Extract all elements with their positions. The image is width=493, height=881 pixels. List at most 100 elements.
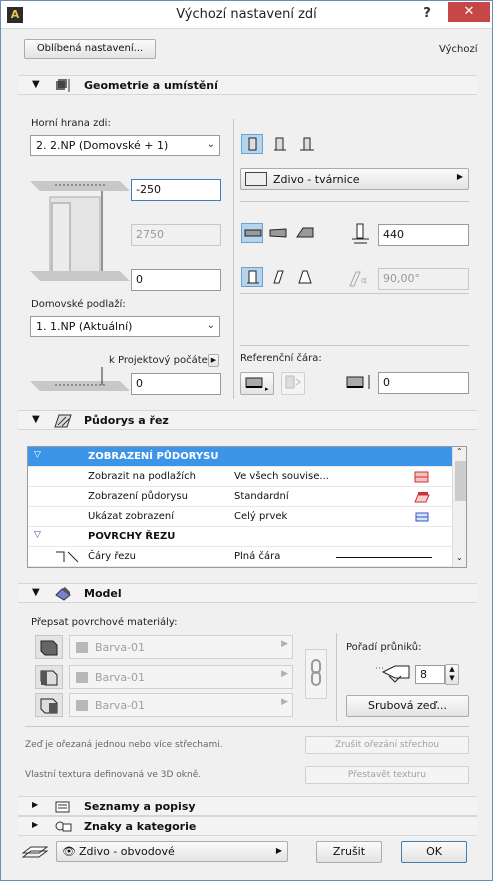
stepper-up-icon[interactable]: ▲ bbox=[446, 665, 458, 674]
svg-text:α: α bbox=[361, 276, 367, 286]
chevron-right-icon: ▶ bbox=[281, 639, 288, 649]
table-cell-value: Plná čára bbox=[234, 551, 281, 562]
custom-texture-text: Vlastní textura definovaná ve 3D okně. bbox=[25, 770, 202, 780]
structure-select[interactable]: Zdivo - tvárnice ▶ bbox=[240, 168, 469, 190]
project-zero-menu-button[interactable]: ▶ bbox=[208, 354, 219, 367]
section-tags-header[interactable]: ▶ Znaky a kategorie bbox=[18, 816, 477, 836]
stepper-down-icon[interactable]: ▼ bbox=[446, 674, 458, 683]
reference-line-label: Referenční čára: bbox=[240, 353, 322, 364]
scroll-up-icon[interactable]: ⌃ bbox=[456, 447, 463, 456]
home-story-select[interactable]: 1. 1.NP (Aktuální) ⌄ bbox=[30, 316, 220, 337]
section-floorplan-header[interactable]: ▼ Půdorys a řez bbox=[18, 410, 477, 430]
reference-line-select[interactable]: ▸ bbox=[240, 372, 274, 395]
wall-polygonal-shape bbox=[300, 137, 314, 151]
divider bbox=[240, 345, 469, 346]
chevron-down-icon: ⌄ bbox=[206, 320, 215, 331]
reference-offset-field[interactable]: 0 bbox=[378, 372, 469, 394]
collapse-triangle-icon[interactable]: ▼ bbox=[32, 79, 40, 90]
divider bbox=[336, 633, 337, 721]
priority-stepper[interactable]: ▲ ▼ bbox=[445, 664, 459, 685]
reference-offset-icon bbox=[346, 375, 370, 389]
section-geometry-header[interactable]: ▼ Geometrie a umístění bbox=[18, 75, 477, 95]
material-select[interactable]: Barva-01 ▶ bbox=[69, 635, 293, 659]
table-scrollbar[interactable]: ⌃ ⌄ bbox=[452, 447, 466, 567]
material-swatch bbox=[76, 700, 88, 711]
table-cell-value: Ve všech souvise... bbox=[234, 471, 329, 482]
table-row[interactable]: Zobrazit na podlažích Ve všech souvise..… bbox=[28, 467, 452, 487]
expand-triangle-icon[interactable]: ▶ bbox=[32, 820, 38, 829]
flip-icon bbox=[285, 375, 301, 389]
close-button[interactable]: ✕ bbox=[448, 2, 490, 22]
collapse-triangle-icon[interactable]: ▼ bbox=[32, 587, 40, 598]
chevron-right-icon: ▶ bbox=[281, 669, 288, 679]
slant-angle-icon: α bbox=[349, 271, 367, 287]
material-value: Barva-01 bbox=[95, 641, 146, 654]
project-zero-field[interactable]: 0 bbox=[131, 373, 221, 395]
override-top-material-toggle[interactable] bbox=[35, 635, 63, 659]
chevron-down-icon: ⌄ bbox=[206, 139, 215, 150]
thickness-field[interactable]: 440 bbox=[378, 224, 469, 246]
flip-reference-button[interactable] bbox=[281, 372, 305, 395]
table-cell-label: POVRCHY ŘEZU bbox=[88, 531, 176, 542]
floor-plan-display-icon bbox=[414, 492, 430, 503]
section-geometry-title: Geometrie a umístění bbox=[84, 79, 218, 92]
top-link-select[interactable]: 2. 2.NP (Domovské + 1) ⌄ bbox=[30, 135, 220, 156]
home-story-label: Domovské podlaží: bbox=[31, 299, 126, 310]
material-swatch bbox=[76, 642, 88, 653]
roof-cut-text: Zeď je ořezaná jednou nebo více střecham… bbox=[25, 740, 223, 750]
cancel-button[interactable]: Zrušit bbox=[316, 841, 382, 863]
default-label: Výchozí bbox=[439, 44, 478, 55]
wall-height-field[interactable]: 2750 bbox=[131, 224, 221, 246]
remove-roof-cut-button[interactable]: Zrušit ořezání střechou bbox=[305, 736, 469, 754]
eye-icon: 👁 bbox=[62, 845, 76, 858]
help-button[interactable]: ? bbox=[416, 3, 438, 25]
section-model-header[interactable]: ▼ Model bbox=[18, 583, 477, 603]
bottom-offset-field[interactable]: 0 bbox=[131, 269, 221, 291]
collapse-triangle-icon[interactable]: ▼ bbox=[32, 414, 40, 425]
override-side-material-toggle[interactable] bbox=[35, 665, 63, 689]
table-cell-label: Zobrazit na podlažích bbox=[88, 471, 196, 482]
table-row-group[interactable]: ▽ ZOBRAZENÍ PŮDORYSU bbox=[28, 447, 452, 467]
scroll-thumb[interactable] bbox=[455, 461, 466, 501]
chain-link-button[interactable] bbox=[305, 649, 327, 699]
expand-triangle-icon[interactable]: ▽ bbox=[34, 450, 41, 460]
material-face-icon bbox=[40, 640, 58, 656]
intersection-priority-field[interactable]: 8 bbox=[415, 665, 445, 684]
table-row[interactable]: Ukázat zobrazení Celý prvek bbox=[28, 507, 452, 527]
reference-line-icon: ▸ bbox=[245, 377, 269, 393]
override-bottom-material-toggle[interactable] bbox=[35, 693, 63, 717]
expand-triangle-icon[interactable]: ▶ bbox=[32, 800, 38, 809]
geometry-icon bbox=[56, 79, 70, 92]
section-listing-header[interactable]: ▶ Seznamy a popisy bbox=[18, 796, 477, 816]
scroll-down-icon[interactable]: ⌄ bbox=[456, 553, 463, 562]
material-face-icon bbox=[40, 670, 58, 686]
wall-straight-shape bbox=[248, 137, 257, 151]
layer-select[interactable]: 👁 Zdivo - obvodové ▶ bbox=[56, 841, 288, 862]
floorplan-settings-table[interactable]: ▽ ZOBRAZENÍ PŮDORYSU Zobrazit na podlaží… bbox=[27, 446, 467, 568]
top-offset-field[interactable]: -250 bbox=[131, 179, 221, 201]
expand-triangle-icon[interactable]: ▽ bbox=[34, 530, 41, 540]
rebuild-texture-button[interactable]: Přestavět texturu bbox=[305, 766, 469, 784]
table-row-group[interactable]: ▽ POVRCHY ŘEZU bbox=[28, 527, 452, 547]
composite-icon bbox=[245, 172, 267, 186]
section-tags-title: Znaky a kategorie bbox=[84, 820, 197, 833]
material-select[interactable]: Barva-01 ▶ bbox=[69, 665, 293, 689]
wall-trapezoid-shape bbox=[274, 137, 286, 151]
wall-double-inclined-shape bbox=[298, 270, 312, 284]
override-materials-label: Přepsat povrchové materiály: bbox=[31, 617, 178, 628]
material-face-icon bbox=[40, 698, 58, 714]
chevron-right-icon: ▶ bbox=[275, 846, 282, 855]
slant-angle-field[interactable]: 90,00° bbox=[378, 268, 469, 290]
table-cell-label: Zobrazení půdorysu bbox=[88, 491, 188, 502]
material-select[interactable]: Barva-01 ▶ bbox=[69, 693, 293, 717]
favorites-button[interactable]: Oblíbená nastavení... bbox=[24, 39, 156, 59]
table-row[interactable]: Zobrazení půdorysu Standardní bbox=[28, 487, 452, 507]
material-swatch bbox=[76, 672, 88, 683]
top-link-value: 2. 2.NP (Domovské + 1) bbox=[36, 139, 169, 152]
divider bbox=[240, 293, 469, 294]
table-row[interactable]: Čáry řezu Plná čára bbox=[28, 547, 452, 567]
tags-icon bbox=[55, 821, 72, 832]
listing-icon bbox=[55, 801, 70, 813]
log-wall-button[interactable]: Srubová zeď... bbox=[346, 695, 469, 717]
ok-button[interactable]: OK bbox=[401, 841, 467, 863]
